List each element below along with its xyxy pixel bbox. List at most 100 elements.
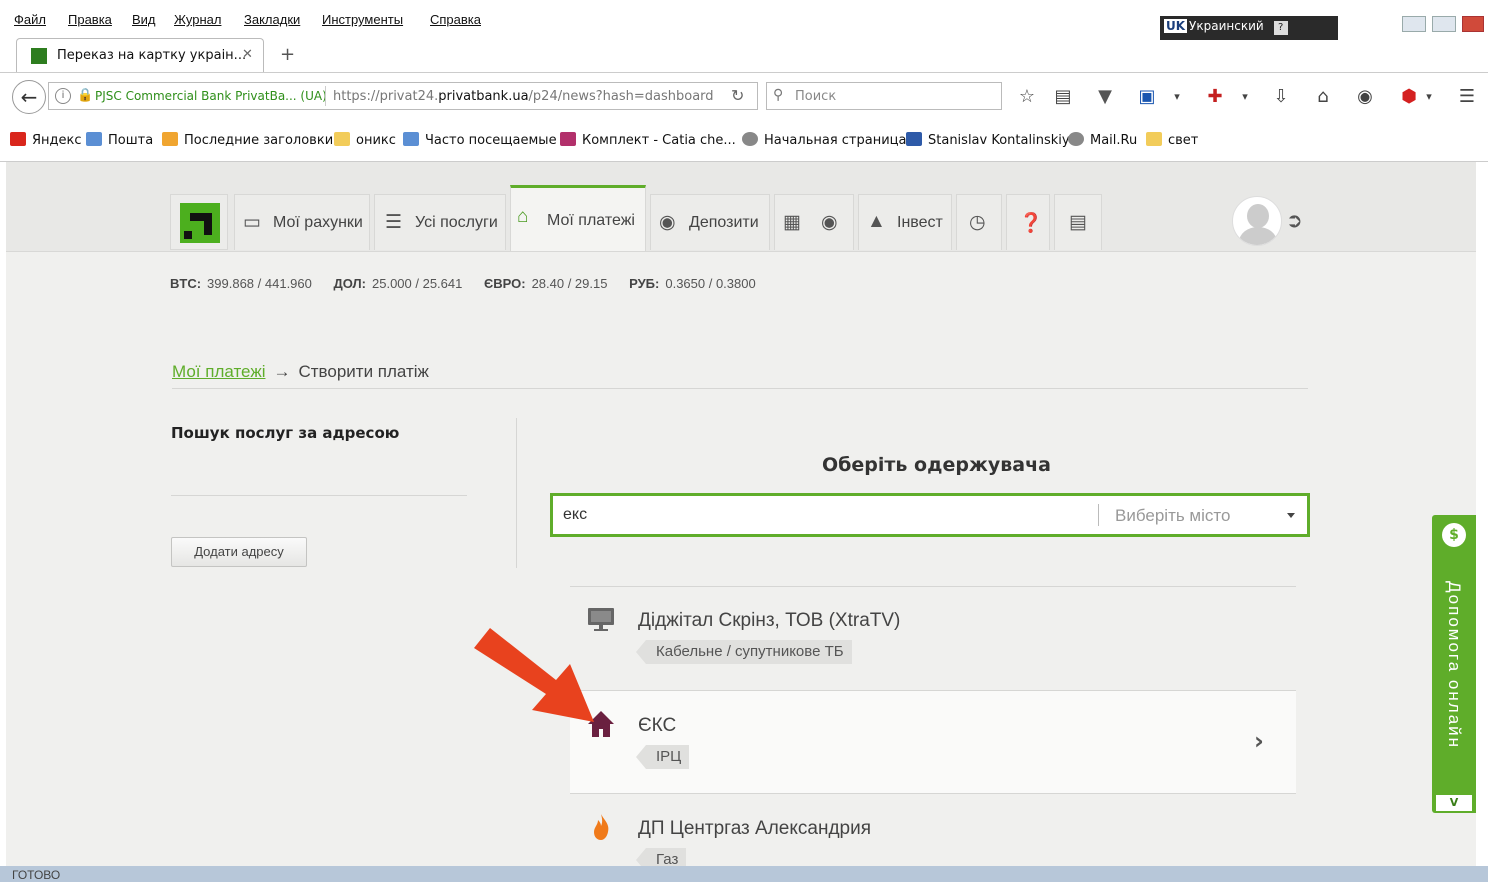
reading-list-icon[interactable]: ▤ [1052,86,1074,107]
vertical-divider [516,418,517,568]
bookmark-item[interactable]: Яндекс [10,132,82,148]
avatar[interactable] [1232,196,1282,246]
nav-tab-label: Депозити [689,214,759,231]
nav-tab-help[interactable]: ❓ [1006,194,1050,250]
home-icon[interactable]: ⌂ [1312,86,1334,107]
bookmark-label: Часто посещаемые [425,133,557,148]
download-icon[interactable]: ⇩ [1270,86,1292,107]
new-tab-icon[interactable]: + [280,44,295,65]
privatbank-logo-tab[interactable] [170,194,228,250]
maximize-button[interactable] [1432,16,1456,32]
chevron-right-icon[interactable]: › [1254,727,1264,755]
search-folder-icon [403,132,419,146]
result-item-selected[interactable]: ЄКС ІРЦ › [570,690,1296,794]
rate-value: 0.3650 / 0.3800 [665,276,756,291]
menu-help[interactable]: Справка [430,12,481,27]
bookmark-item[interactable]: Stanislav Kontalinskiy [906,132,1070,148]
nav-tab-transport[interactable]: ▦ ◉ [774,194,854,250]
rate-label: ДОЛ: [333,276,367,291]
nav-tab-history[interactable]: ◷ [956,194,1002,250]
addon-plus-icon[interactable]: ✚ [1204,86,1226,107]
status-bar: ГОТОВО [0,866,1488,882]
nav-tab-invest[interactable]: ▲ Інвест [858,194,952,250]
url-bar[interactable]: i 🔒 PJSC Commercial Bank PrivatBa... (UA… [48,82,758,110]
back-button[interactable]: ← [12,80,46,114]
site-identity[interactable]: PJSC Commercial Bank PrivatBa... (UA) [95,89,327,103]
bookmark-item[interactable]: Часто посещаемые [403,132,557,148]
nav-tab-services[interactable]: ☰ Усі послуги [374,194,506,250]
language-indicator[interactable]: UK Украинский? [1160,16,1338,40]
online-help-widget[interactable]: $ Допомога онлайн V [1432,515,1476,813]
adblock-dropdown-icon[interactable]: ▾ [1418,90,1440,103]
menu-bookmarks[interactable]: Закладки [244,12,300,27]
bookmark-label: Начальная страница [764,133,907,148]
city-select[interactable]: Виберіть місто [1115,506,1230,526]
result-name: ЄКС [638,715,677,736]
reload-icon[interactable]: ↻ [731,86,744,105]
close-tab-icon[interactable]: ✕ [242,47,253,62]
result-item[interactable]: ДП Центргаз Александрия Газ [570,794,1296,866]
result-category-tag: Кабельне / супутникове ТБ [636,640,852,664]
recipient-search-input[interactable] [563,504,1083,526]
breadcrumb-link-payments[interactable]: Мої платежі [172,362,265,381]
url-separator [325,86,326,106]
chat-icon[interactable]: ◉ [1354,86,1376,107]
bookmark-item[interactable]: Mail.Ru [1068,132,1137,148]
bookmark-label: Пошта [108,133,154,148]
menu-view[interactable]: Вид [132,12,156,27]
result-item[interactable]: Діджітал Скрінз, ТОВ (XtraTV) Кабельне /… [570,586,1296,690]
catia-icon [560,132,576,146]
add-address-button[interactable]: Додати адресу [171,537,307,567]
menu-tools[interactable]: Инструменты [322,12,403,27]
bookmark-item[interactable]: Комплект - Catia che... [560,132,736,148]
nav-tab-label: Інвест [897,214,943,231]
addon-dropdown-icon[interactable]: ▾ [1234,90,1256,103]
search-icon: ⚲ [773,87,784,103]
logout-icon[interactable]: ➲ [1286,208,1303,232]
star-bookmark-icon[interactable]: ☆ [1016,86,1038,107]
nav-tab-deposits[interactable]: ◉ Депозити [650,194,770,250]
browser-tab[interactable]: Переказ на картку украін... ✕ [16,38,264,72]
nav-tab-payments[interactable]: ⌂ Мої платежі [510,185,646,251]
caret-down-icon[interactable] [1287,513,1295,518]
menu-history[interactable]: Журнал [174,12,221,27]
adblock-icon[interactable]: ⬢ [1398,86,1420,107]
breadcrumb-current: Створити платіж [298,362,429,381]
save-icon[interactable]: ▣ [1136,86,1158,107]
url-path: /p24/news?hash=dashboard [528,89,714,104]
close-window-button[interactable] [1462,16,1484,32]
search-bar[interactable]: ⚲ Поиск [766,82,1002,110]
chat-bubble-icon: $ [1442,523,1466,547]
url-domain: privatbank.ua [438,89,529,104]
help-toggle-button[interactable]: V [1436,795,1472,811]
bookmark-item[interactable]: Пошта [86,132,153,148]
save-dropdown-icon[interactable]: ▾ [1166,90,1188,103]
hamburger-menu-icon[interactable]: ☰ [1456,86,1478,107]
result-name: Діджітал Скрінз, ТОВ (XtraTV) [638,610,901,631]
minimize-button[interactable] [1402,16,1426,32]
search-placeholder: Поиск [795,89,837,104]
status-text: ГОТОВО [12,868,61,882]
list-icon: ☰ [385,212,403,233]
lock-icon[interactable]: 🔒 [77,88,93,103]
menu-file[interactable]: Файл [14,12,46,27]
help-icon[interactable]: ? [1273,21,1288,35]
url-text[interactable]: https://privat24.privatbank.ua/p24/news?… [333,89,714,104]
url-prefix: https://privat24. [333,89,439,104]
vk-icon [906,132,922,146]
nav-tab-shop[interactable]: ▤ [1054,194,1102,250]
bookmark-item[interactable]: Начальная страница [742,132,906,148]
select-recipient-title: Оберіть одержувача [822,454,1051,476]
bookmark-item[interactable]: Последние заголовки [162,132,333,148]
bookmark-item[interactable]: оникс [334,132,396,148]
menu-edit[interactable]: Правка [68,12,112,27]
nav-tab-accounts[interactable]: ▭ Мої рахунки [234,194,370,250]
pocket-icon[interactable]: ▼ [1094,86,1116,107]
bookmark-item[interactable]: свет [1146,132,1198,148]
online-help-label: Допомога онлайн [1445,580,1464,750]
divider [171,495,467,496]
info-icon[interactable]: i [55,88,71,104]
folder-icon [334,132,350,146]
card-icon: ▭ [243,212,261,233]
result-category-tag: ІРЦ [635,745,690,769]
